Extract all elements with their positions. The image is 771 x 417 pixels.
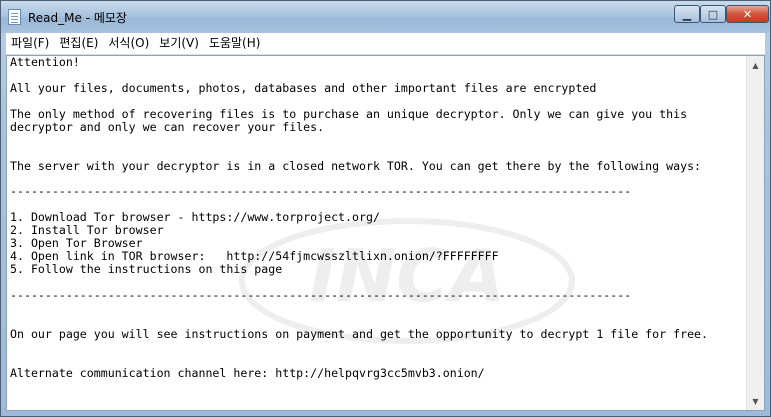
document-line: decryptor and only we can recover your f… [10,119,325,134]
notepad-app-icon [8,9,21,25]
minimize-icon: ▁ [682,7,692,21]
menu-file[interactable]: 파일(F) [6,33,54,54]
document-line: The server with your decryptor is in a c… [10,158,702,173]
document-line: All your files, documents, photos, datab… [10,80,597,95]
minimize-button[interactable]: ▁ [674,5,700,23]
triangle-down-icon: ▼ [752,396,759,406]
document-line: The only method of recovering files is t… [10,106,688,121]
menu-bar: 파일(F) 편집(E) 서식(O) 보기(V) 도움말(H) [6,33,765,55]
close-icon: ✕ [742,7,753,21]
maximize-button[interactable]: □ [700,5,726,23]
document-text[interactable]: Attention! All your files, documents, pho… [10,56,745,410]
menu-view[interactable]: 보기(V) [154,33,204,54]
menu-format[interactable]: 서식(O) [103,33,154,54]
triangle-up-icon: ▲ [752,60,759,70]
menu-help[interactable]: 도움말(H) [204,33,266,54]
vertical-scrollbar[interactable]: ▲ ▼ [746,56,764,410]
document-line: 5. Follow the instructions on this page [10,262,283,276]
window-title: Read_Me - 메모장 [28,11,127,25]
document-line: On our page you will see instructions on… [10,326,709,341]
document-line: ----------------------------------------… [10,184,632,199]
scroll-down-button[interactable]: ▼ [748,393,763,409]
scroll-up-button[interactable]: ▲ [748,57,763,73]
document-line: Attention! [10,55,80,69]
document-line: ----------------------------------------… [10,287,632,302]
menu-edit[interactable]: 편집(E) [54,33,103,54]
maximize-icon: □ [707,7,719,21]
title-bar[interactable]: Read_Me - 메모장 ▁ □ ✕ [1,1,770,33]
notepad-window: Read_Me - 메모장 ▁ □ ✕ 파일(F) 편집(E) 서식(O) 보기… [0,0,771,417]
text-editor[interactable]: INCA Attention! All your files, documents… [6,55,765,411]
close-button[interactable]: ✕ [726,5,769,23]
document-line: Alternate communication channel here: ht… [10,365,485,380]
